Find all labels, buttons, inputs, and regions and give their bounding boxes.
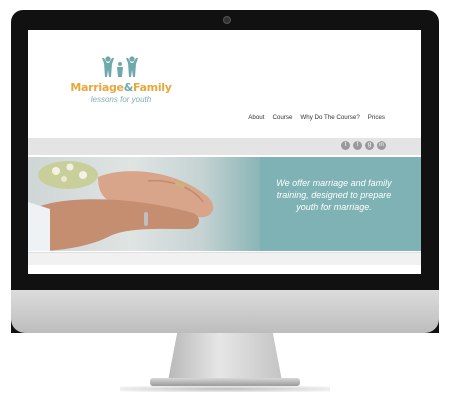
hero-tagline: We offer marriage and family training, d…: [276, 178, 392, 212]
nav-course[interactable]: Course: [272, 114, 292, 121]
logo-subtitle: lessons for youth: [90, 95, 152, 104]
logo-title-family: Family: [132, 81, 172, 94]
hero-banner: We offer marriage and family training, d…: [28, 157, 421, 251]
main-nav: About Course Why Do The Course? Prices: [248, 114, 385, 121]
monitor-stand-base: [150, 378, 300, 386]
google-plus-icon[interactable]: g: [365, 141, 374, 150]
monitor-stand: [168, 333, 282, 381]
linkedin-icon[interactable]: in: [377, 141, 386, 150]
twitter-icon[interactable]: t: [341, 141, 350, 150]
webcam-icon: [223, 16, 231, 24]
content-strip: [28, 252, 421, 265]
facebook-icon[interactable]: f: [353, 141, 362, 150]
nav-why-do-the-course[interactable]: Why Do The Course?: [300, 114, 359, 121]
nav-about[interactable]: About: [248, 114, 264, 121]
logo-title: Marriage&Family: [66, 81, 176, 94]
stand-shadow: [120, 386, 330, 392]
website-screen: Marriage&Family lessons for youth About …: [28, 30, 421, 274]
family-figures-icon: [102, 56, 138, 77]
nav-prices[interactable]: Prices: [368, 114, 385, 121]
logo-title-ampersand: &: [123, 81, 134, 94]
monitor-chin: [11, 290, 439, 333]
logo-title-marriage: Marriage: [70, 81, 124, 94]
hands-with-rings-image: [28, 161, 214, 251]
social-icons: t f g in: [341, 141, 386, 150]
hero-hands-photo: [28, 157, 260, 251]
site-logo[interactable]: Marriage&Family lessons for youth: [66, 52, 176, 112]
